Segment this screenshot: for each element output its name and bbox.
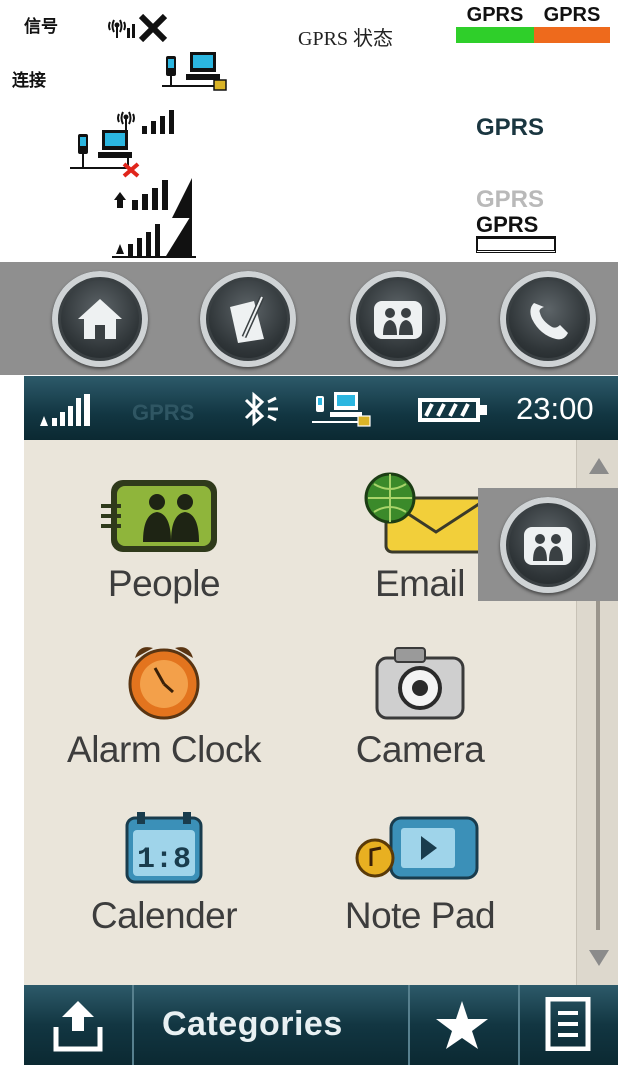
app-calendar[interactable]: 1:8 Calender	[44, 804, 284, 937]
gprs-boxed-state: GPRS	[476, 214, 556, 253]
app-camera[interactable]: Camera	[300, 638, 540, 771]
gprs-active-text: GPRS	[476, 114, 545, 141]
status-bar: GPRS 23:00	[24, 376, 618, 440]
gprs-boxed-lines	[476, 239, 556, 253]
separator	[408, 985, 410, 1065]
menu-list-icon[interactable]	[544, 996, 592, 1056]
app-label: Camera	[355, 729, 485, 770]
connect-label: 连接	[12, 71, 46, 91]
scroll-down-arrow-icon[interactable]	[587, 948, 611, 973]
signal-strength-icon	[38, 394, 118, 433]
phone-icon	[530, 303, 568, 340]
phone-button[interactable]	[500, 271, 596, 367]
contacts-button[interactable]	[350, 271, 446, 367]
alarm-clock-icon	[128, 647, 200, 720]
gprs-green-text: GPRS	[466, 4, 524, 26]
data-connection-icon	[310, 388, 380, 435]
gprs-inactive-text: GPRS	[476, 186, 545, 213]
quick-launch-toolbar	[0, 262, 618, 375]
favorites-star-icon[interactable]	[434, 999, 490, 1056]
floating-contacts-panel	[478, 488, 618, 601]
gprs-orange-text: GPRS	[543, 4, 601, 26]
signal-off-icon	[107, 13, 171, 47]
bottom-bar: Categories	[24, 985, 618, 1065]
disconnected-icon	[68, 128, 152, 183]
app-note-pad[interactable]: Note Pad	[300, 804, 540, 937]
signal-label: 信号	[24, 17, 58, 37]
gprs-orange-state: GPRS	[534, 4, 610, 43]
upload-icon[interactable]	[50, 999, 106, 1058]
gprs-status-label: GPRS 状态	[298, 28, 394, 50]
app-label: People	[107, 563, 221, 604]
battery-icon	[416, 396, 490, 429]
phone-screen: GPRS 23:00 People Email Alarm Clock Came…	[24, 376, 618, 1065]
svg-text:1:8: 1:8	[137, 843, 191, 877]
people-icon	[524, 527, 572, 565]
camera-icon	[375, 647, 465, 720]
separator	[518, 985, 520, 1065]
clock-time: 23:00	[516, 391, 594, 426]
note-pad-icon	[355, 816, 479, 880]
network-type-text: GPRS	[132, 400, 195, 425]
scroll-up-arrow-icon[interactable]	[587, 456, 611, 481]
home-icon	[78, 299, 122, 339]
app-people[interactable]: People	[44, 472, 284, 605]
email-icon	[364, 472, 488, 554]
categories-button[interactable]: Categories	[162, 1005, 343, 1044]
home-button[interactable]	[52, 271, 148, 367]
connection-icon	[160, 50, 242, 99]
calendar-icon: 1:8	[125, 812, 203, 884]
gprs-green-state: GPRS	[456, 4, 534, 43]
signal-bars-icon	[112, 214, 196, 263]
gprs-boxed-text: GPRS	[476, 214, 556, 239]
floating-contacts-button[interactable]	[500, 497, 596, 593]
app-label: Note Pad	[344, 895, 496, 936]
people-icon	[101, 480, 217, 552]
pen-paper-icon	[230, 295, 265, 343]
gprs-orange-bar	[534, 27, 610, 43]
gprs-green-bar	[456, 27, 534, 43]
notes-button[interactable]	[200, 271, 296, 367]
separator	[132, 985, 134, 1065]
bluetooth-icon	[238, 390, 284, 433]
app-alarm-clock[interactable]: Alarm Clock	[44, 638, 284, 771]
app-label: Alarm Clock	[67, 729, 261, 770]
app-label: Calender	[90, 895, 238, 936]
people-icon	[374, 301, 422, 339]
